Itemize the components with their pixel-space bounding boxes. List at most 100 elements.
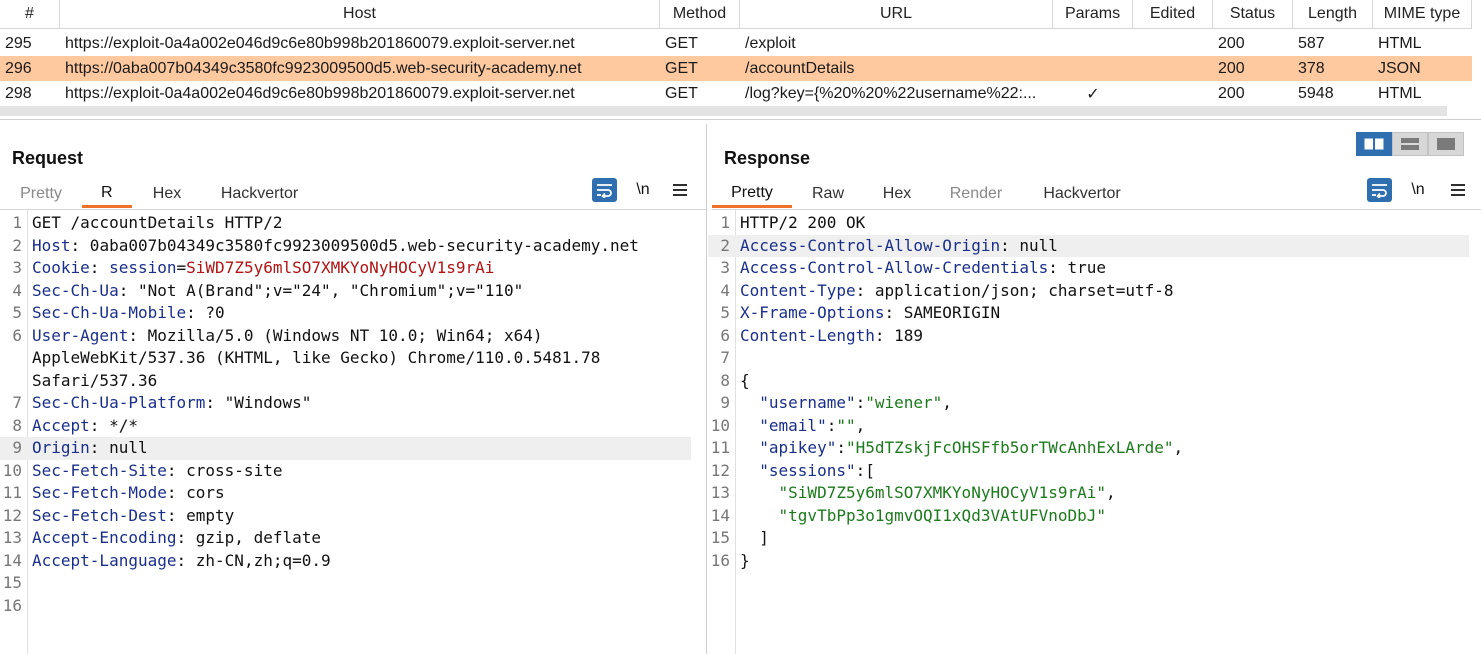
- wrap-lines-icon[interactable]: [592, 178, 617, 202]
- response-editor[interactable]: 1 HTTP/2 200 OK 2 Access-Control-Allow-Orig…: [708, 210, 1481, 654]
- line-text: Sec-Fetch-Dest: empty: [32, 505, 234, 528]
- column-header-host[interactable]: Host: [60, 0, 660, 28]
- column-header-params[interactable]: Params: [1053, 0, 1133, 28]
- column-header-mime-type[interactable]: MIME type: [1373, 0, 1472, 28]
- line-text: Sec-Ch-Ua: "Not A(Brand";v="24", "Chromi…: [32, 280, 523, 303]
- column-header-edited[interactable]: Edited: [1133, 0, 1213, 28]
- row-number: 298: [5, 84, 32, 102]
- row-number: 295: [5, 34, 32, 52]
- code-line: 16}: [708, 550, 1481, 573]
- code-line: 7: [708, 347, 1481, 370]
- line-number: 12: [710, 460, 730, 480]
- line-number: 10: [2, 460, 22, 480]
- line-text: AppleWebKit/537.36 (KHTML, like Gecko) C…: [32, 347, 600, 370]
- header-value: empty: [176, 505, 235, 525]
- column-header-method[interactable]: Method: [660, 0, 740, 28]
- line-number: 14: [2, 550, 22, 570]
- column-header-number[interactable]: #: [0, 0, 60, 28]
- request-editor[interactable]: 1 GET /accountDetails HTTP/2 2 Host: 0aba00…: [0, 210, 706, 654]
- json-punct: ,: [1173, 438, 1184, 457]
- code-line: 1 GET /accountDetails HTTP/2: [0, 212, 706, 235]
- json-key: "email": [759, 415, 827, 435]
- response-tab-render[interactable]: Render: [930, 180, 1022, 208]
- line-text: "username":"wiener",: [740, 392, 952, 415]
- line-text: Sec-Fetch-Site: cross-site: [32, 460, 282, 483]
- header-value: Mozilla/5.0 (Windows NT 10.0; Win64; x64…: [137, 325, 543, 345]
- horizontal-scrollbar[interactable]: [0, 106, 1447, 116]
- json-punct: ,: [1106, 483, 1116, 502]
- line-number: 4: [12, 280, 22, 300]
- newline-toggle[interactable]: \n: [633, 178, 653, 202]
- history-row[interactable]: 298 https://exploit-0a4a002e046d9c6e80b9…: [0, 81, 1472, 106]
- line-number: 14: [710, 505, 730, 525]
- row-params-checkmark: ✓: [1086, 85, 1100, 103]
- line-text: Cookie: session=SiWD7Z5y6mlSO7XMKYoNyHOC…: [32, 257, 494, 280]
- single-view-icon[interactable]: [1428, 132, 1464, 156]
- code-line: 2 Access-Control-Allow-Origin: null: [708, 234, 1469, 257]
- line-text: Accept-Encoding: gzip, deflate: [32, 527, 321, 550]
- code-line: 3 Access-Control-Allow-Credentials: true: [708, 257, 1481, 280]
- header-name: Host: [32, 235, 71, 255]
- line-number: 16: [2, 595, 22, 615]
- wrap-lines-icon[interactable]: [1367, 178, 1392, 202]
- line-text: Sec-Ch-Ua-Mobile: ?0: [32, 302, 225, 325]
- row-edited: [1133, 81, 1213, 106]
- header-name: Accept: [32, 415, 90, 435]
- json-key: "apikey": [759, 438, 837, 457]
- request-tab-raw[interactable]: R: [82, 180, 132, 208]
- code-line: 12 Sec-Fetch-Dest: empty: [0, 505, 706, 528]
- code-line: 2 Host: 0aba007b04349c3580fc9923009500d5.…: [0, 235, 706, 258]
- row-edited: [1133, 31, 1213, 56]
- code-line: 4 Sec-Ch-Ua: "Not A(Brand";v="24", "Chrom…: [0, 280, 706, 303]
- response-tab-raw[interactable]: Raw: [792, 180, 864, 208]
- row-params: [1053, 56, 1133, 81]
- header-value: true: [1057, 258, 1107, 277]
- header-name: Sec-Ch-Ua: [32, 280, 119, 300]
- line-number: 13: [2, 528, 22, 547]
- line-text: Safari/537.36: [32, 370, 157, 393]
- line-text: User-Agent: Mozilla/5.0 (Windows NT 10.0…: [32, 325, 543, 348]
- request-tab-hackvertor[interactable]: Hackvertor: [202, 180, 317, 208]
- line-number: 15: [710, 528, 730, 547]
- request-tab-pretty[interactable]: Pretty: [0, 180, 82, 208]
- history-row-selected[interactable]: 296 https://0aba007b04349c3580fc99230095…: [0, 56, 1472, 81]
- response-tab-hackvertor[interactable]: Hackvertor: [1022, 180, 1142, 208]
- json-string: "tgvTbPp3o1gmvOQI1xQd3VAtUFVnoDbJ": [778, 505, 1107, 525]
- horizontal-view-icon[interactable]: [1392, 132, 1428, 156]
- header-separator: :: [128, 325, 138, 345]
- line-number: 11: [2, 483, 22, 502]
- split-view-icon[interactable]: [1356, 132, 1392, 156]
- json-key: "sessions": [759, 460, 856, 480]
- line-number: 6: [720, 325, 730, 345]
- column-header-length[interactable]: Length: [1293, 0, 1373, 28]
- line-text: Accept-Language: zh-CN,zh;q=0.9: [32, 550, 331, 573]
- line-number: 8: [12, 415, 22, 435]
- request-tab-hex[interactable]: Hex: [132, 180, 202, 208]
- response-tab-pretty[interactable]: Pretty: [712, 180, 792, 208]
- request-pane: Request Pretty R Hex Hackvertor \n 1 GET …: [0, 124, 707, 654]
- newline-toggle[interactable]: \n: [1408, 178, 1428, 202]
- header-value: "Windows": [215, 393, 312, 412]
- column-header-status[interactable]: Status: [1213, 0, 1293, 28]
- line-number: 2: [12, 235, 22, 255]
- line-text: Content-Type: application/json; charset=…: [740, 280, 1173, 303]
- header-value: ?0: [195, 303, 225, 322]
- response-tab-hex[interactable]: Hex: [864, 180, 930, 208]
- line-text: Host: 0aba007b04349c3580fc9923009500d5.w…: [32, 235, 639, 258]
- line-number: 9: [720, 393, 730, 412]
- row-url: /accountDetails: [745, 59, 855, 77]
- line-number: 3: [12, 258, 22, 277]
- column-header-url[interactable]: URL: [740, 0, 1053, 28]
- hamburger-menu-icon[interactable]: [670, 178, 690, 202]
- history-row[interactable]: 295 https://exploit-0a4a002e046d9c6e80b9…: [0, 31, 1472, 56]
- header-name: Content-Length: [740, 325, 875, 345]
- hamburger-menu-icon[interactable]: [1448, 178, 1468, 202]
- request-code: 1 GET /accountDetails HTTP/2 2 Host: 0aba00…: [0, 212, 706, 617]
- row-method: GET: [665, 84, 698, 102]
- line-number: 6: [12, 325, 22, 345]
- header-separator: :: [118, 280, 129, 300]
- line-number: 2: [720, 235, 730, 255]
